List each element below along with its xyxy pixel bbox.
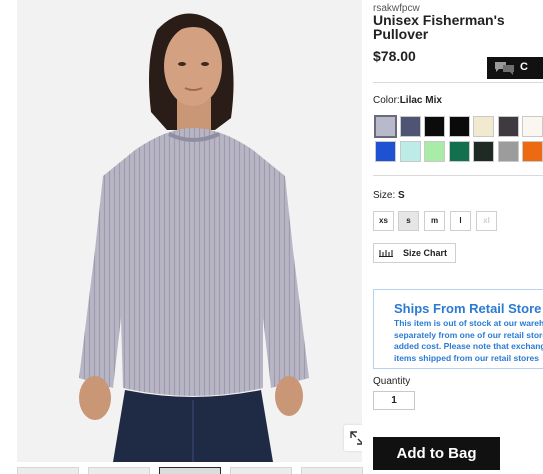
thumbnail[interactable]: [159, 467, 221, 474]
color-swatch[interactable]: [473, 141, 494, 162]
color-swatch[interactable]: [522, 141, 543, 162]
divider: [373, 82, 543, 83]
color-label-text: Color:: [373, 95, 400, 106]
product-image[interactable]: [17, 0, 362, 462]
thumbnail[interactable]: [301, 467, 363, 474]
thumbnail[interactable]: [88, 467, 150, 474]
quantity-label: Quantity: [373, 376, 411, 387]
shipping-text-line: added cost. Please note that exchanges f…: [394, 341, 543, 352]
expand-icon: [350, 431, 362, 445]
product-title-line: Unisex Fisherman's: [373, 12, 505, 28]
thumbnail[interactable]: [230, 467, 292, 474]
chat-label: C: [520, 61, 528, 73]
ruler-icon: [379, 250, 393, 257]
thumbnail-strip: [17, 467, 367, 474]
shipping-text: This item is out of stock at our warehou…: [394, 318, 543, 364]
color-swatch[interactable]: [424, 141, 445, 162]
color-swatch[interactable]: [424, 116, 445, 137]
divider: [373, 175, 543, 176]
zoom-button[interactable]: [344, 425, 362, 451]
product-price: $78.00: [373, 48, 416, 64]
chat-button[interactable]: C: [487, 57, 543, 79]
shipping-notice: Ships From Retail Store This item is out…: [373, 289, 543, 369]
size-option-xs[interactable]: xs: [373, 211, 394, 231]
shipping-text-line: This item is out of stock at our warehou…: [394, 318, 543, 328]
size-option-xl[interactable]: xl: [476, 211, 497, 231]
color-swatch[interactable]: [522, 116, 543, 137]
shipping-title: Ships From Retail Store: [394, 301, 542, 316]
thumbnail[interactable]: [17, 467, 79, 474]
color-swatch[interactable]: [497, 116, 519, 137]
shipping-text-line: separately from one of our retail stores…: [394, 329, 543, 340]
color-swatch[interactable]: [448, 141, 470, 162]
model-photo: [79, 13, 309, 462]
product-title: Unisex Fisherman's Pullover: [373, 13, 543, 41]
size-option-l[interactable]: l: [450, 211, 471, 231]
size-option-s[interactable]: s: [398, 211, 419, 231]
size-label: Size: S: [373, 190, 405, 201]
color-swatch[interactable]: [399, 141, 421, 162]
color-swatch[interactable]: [375, 141, 396, 162]
product-title-line: Pullover: [373, 26, 429, 42]
size-chart-button[interactable]: Size Chart: [373, 243, 456, 263]
quantity-input[interactable]: [373, 391, 415, 410]
color-swatch[interactable]: [448, 116, 470, 137]
size-option-m[interactable]: m: [424, 211, 445, 231]
size-label-text: Size:: [373, 190, 396, 201]
shipping-text-line: items shipped from our retail stores: [394, 352, 540, 363]
color-swatch[interactable]: [399, 116, 421, 137]
color-swatch[interactable]: [497, 141, 519, 162]
chat-bubbles-icon: [495, 62, 514, 75]
color-swatch[interactable]: [374, 115, 397, 138]
selected-color: Lilac Mix: [399, 95, 442, 106]
selected-size: S: [398, 190, 405, 201]
color-swatch[interactable]: [473, 116, 494, 137]
size-chart-label: Size Chart: [403, 248, 448, 258]
add-to-bag-button[interactable]: Add to Bag: [373, 437, 500, 470]
color-label: Color:Lilac Mix: [373, 95, 442, 106]
